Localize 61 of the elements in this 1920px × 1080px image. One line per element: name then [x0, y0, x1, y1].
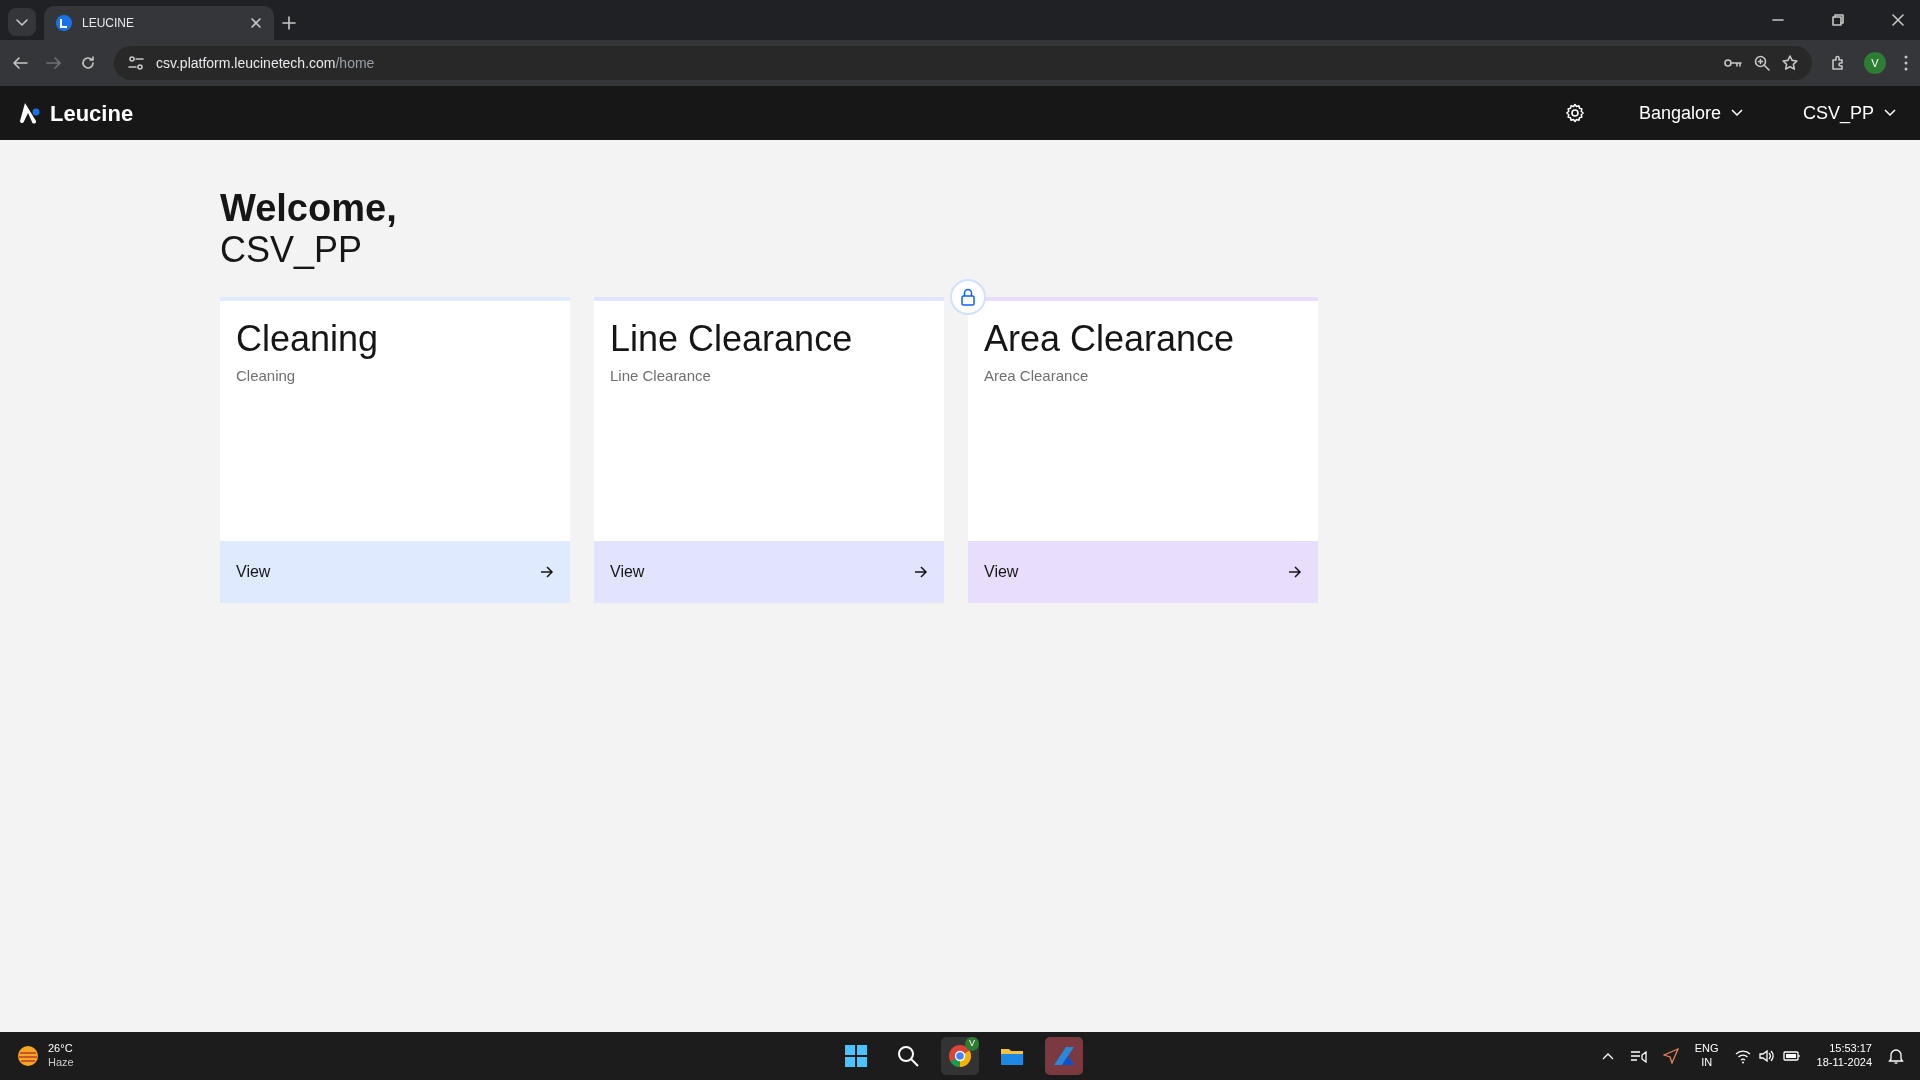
- card-subtitle: Cleaning: [236, 365, 297, 386]
- address-bar[interactable]: csv.platform.leucinetech.com/home: [114, 46, 1812, 80]
- favicon-icon: [56, 15, 72, 31]
- card-title: Cleaning: [236, 317, 380, 361]
- weather-condition: Haze: [48, 1056, 74, 1070]
- battery-icon[interactable]: [1782, 1049, 1801, 1063]
- arrow-right-icon: [1288, 566, 1302, 579]
- notification-bell-icon[interactable]: [1888, 1048, 1904, 1064]
- view-button[interactable]: View: [220, 541, 570, 604]
- card-title: Area Clearance: [984, 317, 1236, 361]
- arrow-right-icon: [914, 566, 928, 579]
- browser-tab[interactable]: LEUCINE: [44, 6, 274, 40]
- lock-icon: [961, 288, 975, 307]
- arrow-right-icon: [540, 566, 554, 579]
- new-tab-icon[interactable]: [282, 16, 296, 30]
- language-indicator[interactable]: ENG IN: [1694, 1042, 1719, 1070]
- url-text[interactable]: csv.platform.leucinetech.com/home: [156, 52, 1712, 74]
- more-icon[interactable]: [1904, 55, 1908, 71]
- tab-list-icon[interactable]: [8, 8, 36, 36]
- welcome-heading: Welcome,: [220, 188, 398, 230]
- media-icon[interactable]: [1629, 1049, 1647, 1063]
- chevron-up-icon[interactable]: [1601, 1052, 1614, 1060]
- facility-dropdown[interactable]: Bangalore: [1632, 98, 1749, 128]
- card-title: Line Clearance: [610, 317, 854, 361]
- star-icon[interactable]: [1782, 55, 1798, 71]
- card-subtitle: Line Clearance: [610, 365, 712, 386]
- clock[interactable]: 15:53:17 18-11-2024: [1816, 1042, 1872, 1070]
- zoom-icon[interactable]: [1754, 55, 1770, 71]
- card-subtitle: Area Clearance: [984, 365, 1090, 386]
- browser-taskbar-button[interactable]: V: [941, 1037, 979, 1075]
- back-icon[interactable]: [12, 55, 28, 71]
- user-name: CSV_PP: [220, 229, 364, 270]
- search-icon: [897, 1045, 919, 1067]
- profile-avatar[interactable]: V: [1864, 52, 1886, 74]
- wifi-icon[interactable]: [1734, 1048, 1751, 1064]
- close-icon[interactable]: [250, 17, 262, 29]
- chevron-logo-icon: [1052, 1045, 1076, 1067]
- browser-icon: [948, 1044, 972, 1068]
- close-icon[interactable]: [1892, 14, 1904, 26]
- logo-icon: [18, 101, 42, 125]
- windows-logo-icon: [845, 1045, 867, 1067]
- view-button[interactable]: View: [594, 541, 944, 604]
- forward-icon[interactable]: [46, 55, 62, 71]
- temperature-text: 26°C: [48, 1042, 74, 1056]
- app-taskbar-button[interactable]: [1045, 1037, 1083, 1075]
- profile-badge: V: [965, 1037, 979, 1051]
- restore-icon[interactable]: [1832, 14, 1844, 26]
- key-icon[interactable]: [1724, 57, 1742, 69]
- settings-icon[interactable]: [1564, 103, 1585, 123]
- site-settings-icon[interactable]: [128, 55, 144, 71]
- location-icon[interactable]: [1662, 1048, 1679, 1064]
- chevron-down-icon: [1730, 109, 1743, 117]
- volume-icon[interactable]: [1758, 1049, 1775, 1063]
- folder-icon: [1000, 1046, 1024, 1066]
- extensions-icon[interactable]: [1830, 55, 1846, 71]
- chevron-down-icon: [1884, 109, 1896, 117]
- view-button[interactable]: View: [968, 541, 1318, 604]
- user-dropdown[interactable]: CSV_PP: [1796, 98, 1902, 128]
- weather-icon[interactable]: [16, 1044, 40, 1068]
- reload-icon[interactable]: [80, 55, 96, 71]
- brand-name: Leucine: [50, 99, 134, 128]
